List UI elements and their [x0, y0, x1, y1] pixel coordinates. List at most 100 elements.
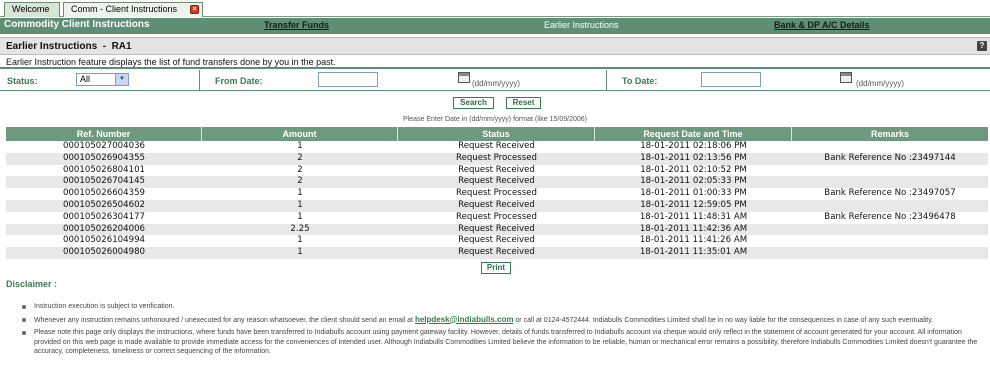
transfer-funds-link[interactable]: Transfer Funds — [264, 20, 329, 30]
table-body: 000105027004036 1 Request Received 18-01-20… — [6, 141, 988, 259]
cell-amount: 1 — [297, 211, 303, 222]
disclaimer-item: Whenever any instruction remains unhonou… — [22, 315, 984, 326]
cell-status: Request Received — [458, 235, 535, 246]
cell-amount: 1 — [297, 188, 303, 199]
disclaimer-text: Whenever any instruction remains unhonou… — [34, 316, 415, 324]
description-bar: Earlier Instruction feature displays the… — [0, 56, 990, 69]
table-row: 000105026204006 2.25 Request Received 18-01… — [6, 223, 988, 236]
cell-amount: 2 — [297, 164, 303, 175]
table-row: 000105026504602 1 Request Received 18-01-20… — [6, 199, 988, 212]
disclaimer-item: Instruction execution is subject to veri… — [22, 302, 984, 312]
menu-bar: Commodity Client Instructions Transfer F… — [0, 18, 990, 34]
cell-ref-number: 000105026504602 — [62, 199, 145, 210]
from-date-input[interactable] — [318, 72, 378, 87]
cell-amount: 1 — [297, 141, 303, 151]
table-row: 000105026304177 1 Request Processed 18-01-2… — [6, 212, 988, 224]
column-header-status: Status — [398, 127, 595, 141]
cell-request-date: 18-01-2011 12:59:05 PM — [640, 199, 747, 210]
cell-amount: 1 — [297, 235, 303, 246]
status-select-value: All — [80, 74, 91, 84]
column-header-amount: Amount — [202, 127, 398, 141]
earlier-instructions-link[interactable]: Earlier Instructions — [544, 20, 619, 30]
cell-remarks: Bank Reference No :23497144 — [824, 152, 956, 163]
close-icon[interactable]: × — [190, 5, 199, 14]
app-title: Commodity Client Instructions — [4, 19, 150, 30]
cell-ref-number: 000105026104994 — [62, 235, 145, 246]
cell-request-date: 18-01-2011 11:35:01 AM — [639, 247, 748, 258]
cell-request-date: 18-01-2011 02:10:52 PM — [640, 164, 747, 175]
cell-status: Request Processed — [456, 188, 537, 199]
cell-amount: 2 — [297, 176, 303, 187]
tab-comm-client-instructions[interactable]: Comm - Client Instructions × — [63, 2, 203, 17]
cell-ref-number: 000105026304177 — [62, 211, 145, 222]
tab-welcome[interactable]: Welcome — [4, 2, 60, 17]
disclaimer-text: or call at 0124-4572444. Indiabulls Comm… — [513, 316, 934, 324]
to-date-input[interactable] — [701, 72, 761, 87]
help-icon[interactable]: ? — [977, 41, 987, 51]
column-header-remarks: Remarks — [870, 129, 910, 139]
from-date-format: (dd/mm/yyyy) — [472, 79, 520, 88]
table-row: 000105027004036 1 Request Received 18-01-20… — [6, 141, 988, 153]
cell-remarks: Bank Reference No :23497057 — [824, 188, 956, 199]
helpdesk-email-link[interactable]: helpdesk@indiabulls.com — [415, 315, 514, 324]
disclaimer-text: Please note this page only displays the … — [34, 329, 978, 355]
cell-request-date: 18-01-2011 02:13:56 PM — [640, 152, 747, 163]
column-header-request-date: Request Date and Time — [595, 127, 792, 141]
cell-ref-number: 000105027004036 — [62, 141, 145, 151]
disclaimer-label: Disclaimer : — [6, 279, 58, 289]
disclaimer-list: Instruction execution is subject to veri… — [22, 302, 984, 360]
status-label: Status: — [7, 76, 38, 86]
page-title: Earlier Instructions - RA1 — [6, 41, 132, 52]
cell-status: Request Processed — [456, 152, 537, 163]
bank-dp-details-link[interactable]: Bank & DP A/C Details — [774, 20, 870, 30]
table-row: 000105026704145 2 Request Received 18-01-20… — [6, 176, 988, 189]
filter-bar: Status: All ▼ From Date: (dd/mm/yyyy) To… — [0, 70, 990, 91]
cell-request-date: 18-01-2011 02:18:06 PM — [640, 141, 747, 151]
table-header: Ref. Number Amount Status Request Date a… — [6, 127, 988, 141]
instructions-table: Ref. Number Amount Status Request Date a… — [6, 127, 988, 259]
cell-status: Request Processed — [456, 211, 537, 222]
tab-label: Comm - Client Instructions — [71, 4, 178, 14]
cell-ref-number: 000105026004980 — [62, 247, 145, 258]
cell-status: Request Received — [458, 176, 535, 187]
chevron-down-icon: ▼ — [115, 74, 128, 85]
reset-button[interactable]: Reset — [506, 97, 541, 109]
search-button[interactable]: Search — [453, 97, 494, 109]
from-date-label: From Date: — [215, 76, 263, 86]
calendar-icon[interactable] — [458, 72, 470, 83]
date-format-hint: Please Enter Date in (dd/mm/yyyy) format… — [402, 116, 588, 123]
to-date-label: To Date: — [622, 76, 658, 86]
disclaimer-item: Please note this page only displays the … — [22, 328, 984, 357]
cell-request-date: 18-01-2011 11:48:31 AM — [639, 211, 748, 222]
cell-request-date: 18-01-2011 02:05:33 PM — [640, 176, 747, 187]
cell-status: Request Received — [458, 164, 535, 175]
column-header-ref-number: Ref. Number — [6, 127, 202, 141]
cell-ref-number: 000105026704145 — [62, 176, 145, 187]
cell-remarks: Bank Reference No :23496478 — [824, 211, 956, 222]
print-button[interactable]: Print — [481, 262, 511, 274]
to-date-format: (dd/mm/yyyy) — [856, 79, 904, 88]
cell-amount: 1 — [297, 247, 303, 258]
cell-status: Request Received — [458, 141, 535, 151]
cell-status: Request Received — [458, 199, 535, 210]
table-row: 000105026804101 2 Request Received 18-01-20… — [6, 165, 988, 177]
table-row: 000105026004980 1 Request Received 18-01-20… — [6, 247, 988, 259]
cell-request-date: 18-01-2011 11:42:36 AM — [639, 223, 748, 234]
cell-ref-number: 000105026904355 — [62, 152, 145, 163]
cell-amount: 2 — [297, 152, 303, 163]
cell-request-date: 18-01-2011 11:41:26 AM — [639, 235, 748, 246]
disclaimer-text: Instruction execution is subject to veri… — [34, 303, 175, 310]
table-row: 000105026104994 1 Request Received 18-01-20… — [6, 235, 988, 247]
cell-request-date: 18-01-2011 01:00:33 PM — [640, 188, 747, 199]
calendar-icon[interactable] — [840, 72, 852, 83]
section-header: Earlier Instructions - RA1 ? — [0, 37, 990, 55]
tab-label: Welcome — [12, 4, 50, 14]
table-row: 000105026604359 1 Request Processed 18-01-2… — [6, 188, 988, 200]
cell-ref-number: 000105026604359 — [62, 188, 145, 199]
cell-status: Request Received — [458, 247, 535, 258]
cell-amount: 1 — [297, 199, 303, 210]
status-select[interactable]: All ▼ — [76, 73, 129, 86]
divider — [199, 70, 200, 91]
tab-strip: Welcome Comm - Client Instructions × — [0, 0, 990, 17]
cell-ref-number: 000105026804101 — [62, 164, 145, 175]
